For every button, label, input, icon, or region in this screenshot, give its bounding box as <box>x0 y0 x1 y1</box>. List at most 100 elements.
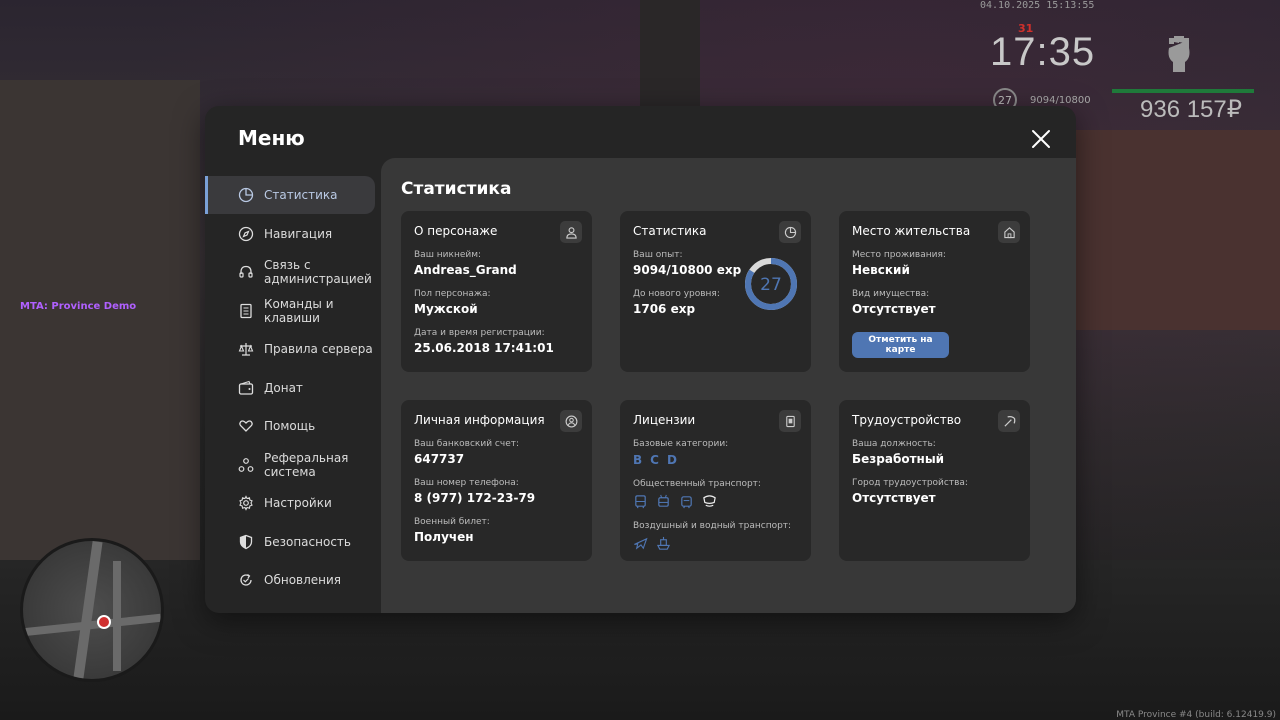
sidebar-item-referral[interactable]: Реферальная система <box>205 446 381 484</box>
sidebar-item-commands[interactable]: Команды и клавиши <box>205 292 381 330</box>
sidebar-item-settings[interactable]: Настройки <box>205 484 381 522</box>
minimap <box>20 538 164 682</box>
license-icon <box>785 415 795 427</box>
nickname-value: Andreas_Grand <box>414 263 517 277</box>
menu-modal: Меню Статистика Навигация Связь с админи… <box>205 106 1076 613</box>
air-water-transport-label: Воздушный и водный транспорт: <box>633 521 792 531</box>
card-icon-box <box>560 221 582 243</box>
heart-hand-icon <box>239 420 253 432</box>
document-icon <box>240 303 252 318</box>
base-categories-label: Базовые категории: <box>633 439 729 449</box>
bus-icon <box>635 495 646 509</box>
sidebar-item-label: Реферальная система <box>264 450 349 479</box>
pie-chart-icon <box>238 187 254 203</box>
level-number: 27 <box>760 275 782 295</box>
license-category: B <box>633 453 643 467</box>
card-character: О персонаже Ваш никнейм: Andreas_Grand П… <box>401 211 592 372</box>
update-icon <box>240 574 252 586</box>
wallet-icon <box>238 380 254 395</box>
card-icon-box <box>779 410 801 432</box>
registration-label: Дата и время регистрации: <box>414 328 545 338</box>
background-building-left <box>0 80 200 560</box>
gender-label: Пол персонажа: <box>414 289 491 299</box>
referral-icon <box>238 457 254 472</box>
sidebar-item-security[interactable]: Безопасность <box>205 523 381 561</box>
card-residence: Место жительства Место проживания: Невск… <box>839 211 1030 372</box>
card-licenses: Лицензии Базовые категории: B C D Общест… <box>620 400 811 561</box>
license-category: D <box>666 453 677 467</box>
compass-icon <box>238 226 254 241</box>
sidebar-item-statistics[interactable]: Статистика <box>205 176 375 214</box>
sidebar-item-label: Безопасность <box>264 534 351 549</box>
sidebar: Статистика Навигация Связь с администрац… <box>205 176 381 600</box>
shield-icon <box>239 534 253 549</box>
military-label: Военный билет: <box>414 517 490 527</box>
nickname-label: Ваш никнейм: <box>414 250 482 260</box>
property-value: Отсутствует <box>852 302 936 316</box>
air-water-transport-icons <box>633 536 798 551</box>
card-title: Личная информация <box>414 413 545 427</box>
content-title: Статистика <box>401 179 512 199</box>
sidebar-item-contact-admin[interactable]: Связь с администрацией <box>205 253 381 291</box>
sidebar-item-navigation[interactable]: Навигация <box>205 215 381 253</box>
sidebar-item-rules[interactable]: Правила сервера <box>205 330 381 368</box>
license-category: C <box>650 453 659 467</box>
hud-health-bar <box>1112 89 1254 93</box>
user-icon <box>565 226 577 239</box>
card-employment: Трудоустройство Ваша должность: Безработ… <box>839 400 1030 561</box>
sidebar-item-updates[interactable]: Обновления <box>205 561 381 599</box>
pickaxe-icon <box>1003 415 1015 427</box>
card-icon-box <box>779 221 801 243</box>
mark-on-map-button[interactable]: Отметить на карте <box>852 332 949 358</box>
sidebar-item-label: Навигация <box>264 226 333 241</box>
user-circle-icon <box>565 415 577 427</box>
bank-value: 647737 <box>414 452 465 466</box>
gear-icon <box>239 495 253 511</box>
sidebar-item-help[interactable]: Помощь <box>205 407 381 445</box>
boat-icon <box>656 536 671 550</box>
card-title: Лицензии <box>633 413 696 427</box>
hud-clock: 17:35 <box>990 30 1096 74</box>
build-label: MTA Province #4 (build: 6.12419.9) <box>1116 710 1276 720</box>
card-title: О персонаже <box>414 224 498 238</box>
hud-money: 936 157₽ <box>1140 96 1243 123</box>
tram-icon <box>681 496 692 509</box>
sidebar-item-donate[interactable]: Донат <box>205 369 381 407</box>
public-transport-icons <box>633 494 798 509</box>
position-value: Безработный <box>852 452 945 466</box>
sidebar-item-label: Настройки <box>264 496 332 510</box>
military-value: Получен <box>414 530 474 544</box>
house-icon <box>1003 226 1015 238</box>
modal-title: Меню <box>238 126 305 150</box>
sidebar-item-label: Помощь <box>264 419 316 433</box>
hud-exp: 9094/10800 <box>1030 95 1091 106</box>
timestamp: 04.10.2025 15:13:55 <box>980 0 1095 11</box>
close-icon[interactable] <box>1030 128 1052 150</box>
card-icon-box <box>560 410 582 432</box>
sidebar-item-label: Связь с администрацией <box>264 258 372 286</box>
employment-city-value: Отсутствует <box>852 491 936 505</box>
property-label: Вид имущества: <box>852 289 930 299</box>
position-label: Ваша должность: <box>852 439 936 449</box>
minimap-player-marker <box>97 615 111 629</box>
place-label: Место проживания: <box>852 250 946 260</box>
base-categories: B C D <box>633 453 798 467</box>
employment-city-label: Город трудоустройства: <box>852 478 968 488</box>
public-transport-label: Общественный транспорт: <box>633 479 761 489</box>
card-title: Трудоустройство <box>852 413 962 427</box>
registration-value: 25.06.2018 17:41:01 <box>414 341 554 355</box>
airplane-icon <box>634 537 648 550</box>
headset-icon <box>239 265 253 278</box>
card-icon-box <box>998 410 1020 432</box>
sidebar-item-label: Донат <box>264 380 303 395</box>
sidebar-item-label: Правила сервера <box>264 342 373 356</box>
card-title: Место жительства <box>852 224 971 238</box>
place-value: Невский <box>852 263 910 277</box>
sidebar-item-label: Статистика <box>264 188 338 202</box>
background-building-right <box>1076 130 1280 330</box>
phone-label: Ваш номер телефона: <box>414 478 519 488</box>
card-personal-info: Личная информация Ваш банковский счет: 6… <box>401 400 592 561</box>
level-progress-ring: 27 <box>745 258 797 310</box>
trolleybus-icon <box>658 494 669 507</box>
fist-icon <box>1168 36 1190 72</box>
